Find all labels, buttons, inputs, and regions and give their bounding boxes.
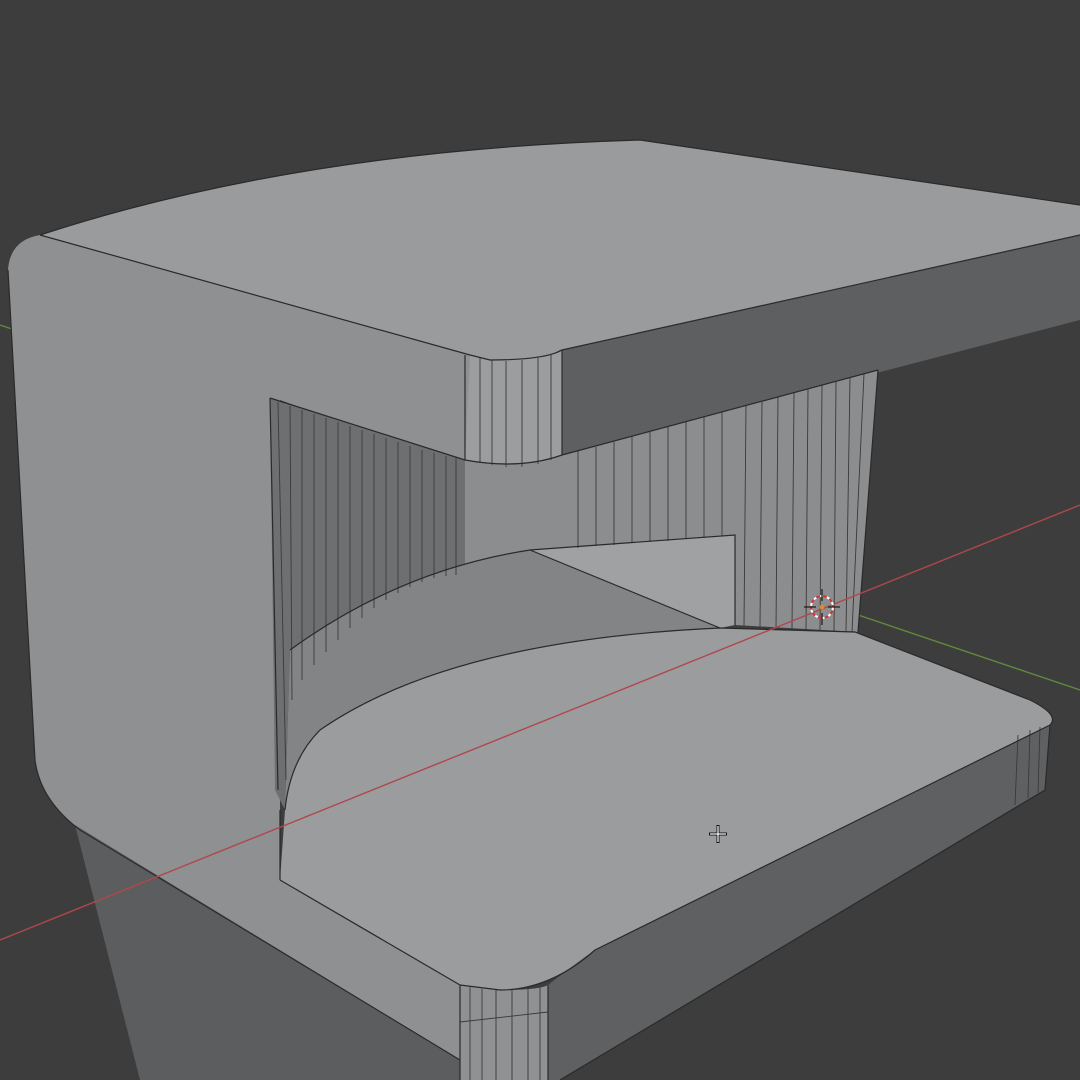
object-origin-icon	[819, 604, 825, 610]
viewport-canvas[interactable]	[0, 0, 1080, 1080]
3d-viewport[interactable]	[0, 0, 1080, 1080]
bottom-slab-corner	[460, 985, 548, 1080]
